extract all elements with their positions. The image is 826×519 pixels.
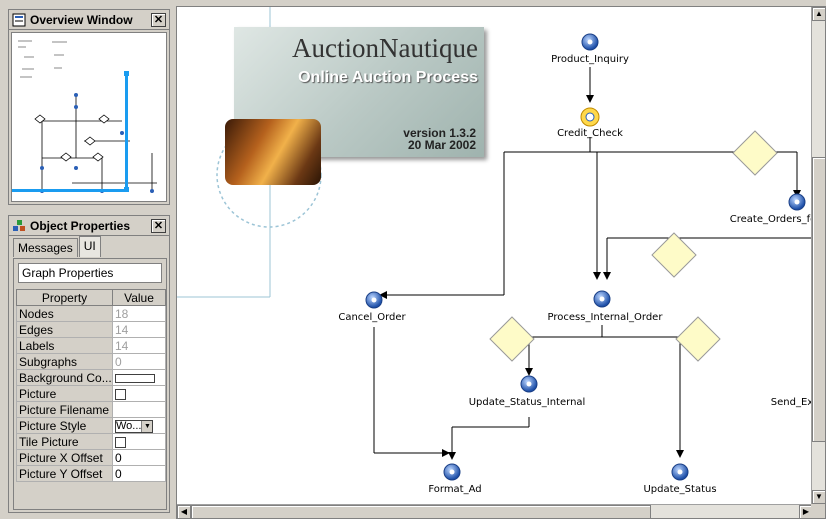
overview-window-icon [12, 13, 26, 27]
scroll-down-icon[interactable]: ▼ [812, 490, 825, 504]
table-row: Subgraphs 0 [16, 353, 166, 370]
property-name: Picture Filename [16, 401, 113, 418]
object-properties-close-button[interactable]: ✕ [151, 218, 166, 233]
picture-style-select[interactable]: Wo... ▼ [115, 419, 154, 433]
property-column-header[interactable]: Property [16, 289, 113, 306]
overview-close-button[interactable]: ✕ [151, 12, 166, 27]
decision-diamond-icon [732, 130, 778, 176]
scroll-up-icon[interactable]: ▲ [812, 7, 825, 21]
property-name: Subgraphs [16, 353, 113, 370]
property-value: 14 [112, 321, 166, 338]
node-update-status[interactable]: Update_Status [643, 484, 716, 495]
object-properties-icon [12, 219, 26, 233]
tile-picture-checkbox[interactable] [115, 436, 126, 448]
property-value: 14 [112, 337, 166, 354]
decision-diamonds [489, 130, 778, 362]
decision-diamond-icon [489, 316, 535, 362]
overview-window: Overview Window ✕ [8, 9, 170, 205]
process-diagram [365, 33, 811, 481]
tab-messages[interactable]: Messages [13, 238, 78, 257]
picture-style-value: Wo... ▼ [112, 417, 166, 434]
object-properties-title: Object Properties [30, 218, 131, 233]
graph-properties-field[interactable]: Graph Properties [18, 263, 162, 283]
node-update-status-internal[interactable]: Update_Status_Internal [469, 397, 586, 408]
picture-x-offset-field[interactable]: 0 [112, 449, 166, 466]
vertical-scroll-thumb[interactable] [812, 157, 825, 442]
horizontal-scroll-thumb[interactable] [191, 505, 651, 518]
decision-diamond-icon [675, 316, 721, 362]
color-swatch[interactable] [115, 373, 155, 383]
table-row: Nodes 18 [16, 305, 166, 322]
scrollbar-corner [811, 504, 825, 518]
picture-value [112, 385, 166, 402]
property-name: Tile Picture [16, 433, 113, 450]
value-column-header[interactable]: Value [112, 289, 166, 306]
picture-filename-field[interactable] [112, 401, 166, 418]
table-row: Picture X Offset 0 [16, 449, 166, 466]
picture-y-offset-field[interactable]: 0 [112, 465, 166, 482]
overview-minimap[interactable] [11, 32, 167, 202]
property-name: Picture [16, 385, 113, 402]
node-credit-check[interactable]: Credit_Check [557, 128, 623, 139]
property-name: Picture X Offset [16, 449, 113, 466]
table-row: Background Co... [16, 369, 166, 386]
decision-diamond-icon [651, 232, 697, 278]
property-value: 0 [112, 353, 166, 370]
scroll-left-icon[interactable]: ◀ [177, 505, 191, 518]
properties-table: Property Value Nodes 18 Edges 14 Labels … [16, 289, 166, 482]
diagram-canvas[interactable]: AuctionNautique Online Auction Process v… [176, 6, 826, 519]
table-row: Picture [16, 385, 166, 402]
object-properties-title-bar: Object Properties ✕ [9, 216, 169, 236]
node-product-inquiry[interactable]: Product_Inquiry [551, 54, 629, 65]
background-color-value[interactable] [112, 369, 166, 386]
table-row: Edges 14 [16, 321, 166, 338]
node-process-internal-order[interactable]: Process_Internal_Order [548, 312, 663, 323]
table-row: Labels 14 [16, 337, 166, 354]
node-create-orders[interactable]: Create_Orders_fo [730, 214, 817, 225]
node-send-ex[interactable]: Send_Ex [771, 397, 813, 408]
property-name: Picture Style [16, 417, 113, 434]
overview-title-bar: Overview Window ✕ [9, 10, 169, 30]
property-name: Picture Y Offset [16, 465, 113, 482]
picture-checkbox[interactable] [115, 388, 126, 400]
property-value: 18 [112, 305, 166, 322]
properties-tabs: Messages UI [13, 236, 102, 258]
node-cancel-order[interactable]: Cancel_Order [338, 312, 405, 323]
horizontal-scrollbar[interactable]: ◀ ▶ [177, 504, 813, 518]
property-name: Edges [16, 321, 113, 338]
object-properties-panel: Object Properties ✕ Messages UI Graph Pr… [8, 215, 170, 513]
picture-style-selected: Wo... [116, 420, 142, 433]
chevron-down-icon[interactable]: ▼ [141, 420, 153, 432]
table-row: Tile Picture [16, 433, 166, 450]
node-format-ad[interactable]: Format_Ad [428, 484, 481, 495]
vertical-scrollbar[interactable]: ▲ ▼ [811, 7, 825, 504]
properties-body: Graph Properties Property Value Nodes 18… [13, 258, 167, 510]
property-name: Background Co... [16, 369, 113, 386]
table-row: Picture Style Wo... ▼ [16, 417, 166, 434]
table-row: Picture Filename [16, 401, 166, 418]
overview-minimap-graph [12, 40, 157, 193]
property-name: Nodes [16, 305, 113, 322]
property-name: Labels [16, 337, 113, 354]
tab-ui[interactable]: UI [78, 236, 101, 257]
table-row: Picture Y Offset 0 [16, 465, 166, 482]
tile-picture-value [112, 433, 166, 450]
credit-check-icon [580, 107, 600, 127]
overview-title: Overview Window [30, 12, 133, 27]
